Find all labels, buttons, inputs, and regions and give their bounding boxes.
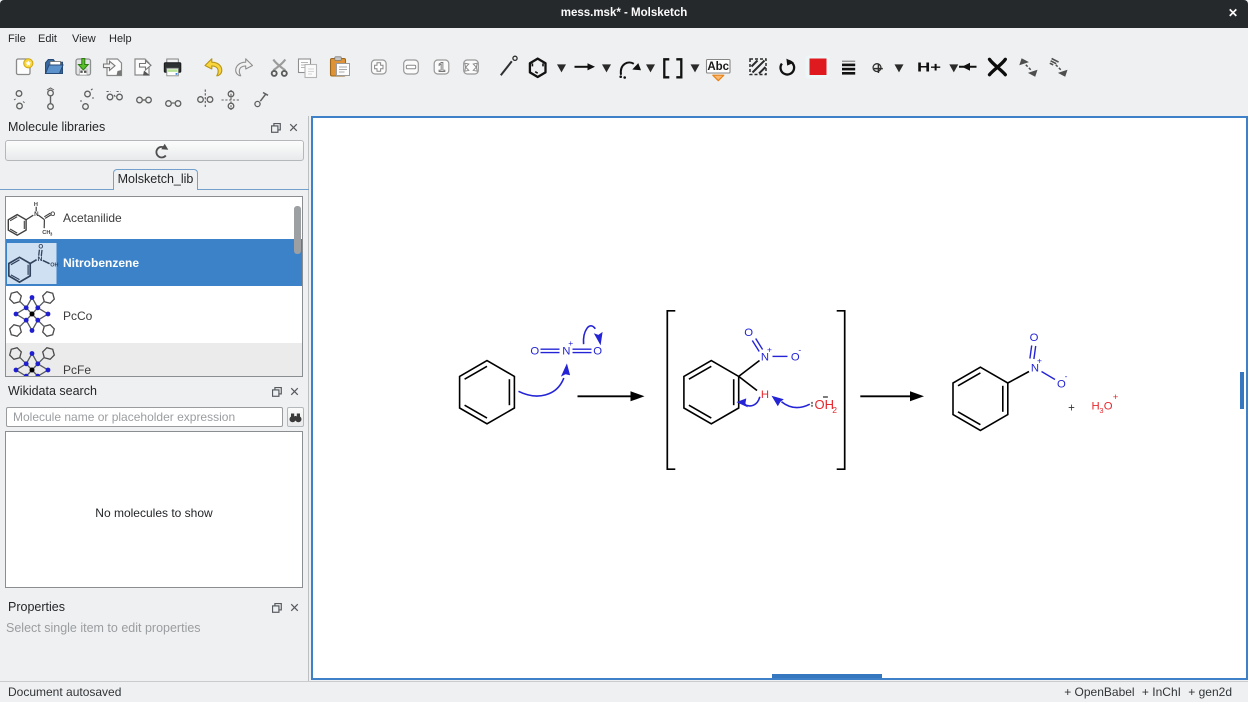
svg-text:+: + bbox=[767, 344, 772, 354]
svg-text:-: - bbox=[798, 344, 801, 354]
svg-text:2: 2 bbox=[832, 405, 837, 415]
svg-text:OH: OH bbox=[50, 262, 58, 268]
svg-text:OH: OH bbox=[815, 397, 835, 412]
svg-text:O: O bbox=[1030, 332, 1039, 344]
svg-text:O: O bbox=[530, 346, 539, 358]
svg-text:O: O bbox=[1104, 400, 1113, 412]
svg-text:-: - bbox=[1065, 371, 1068, 381]
svg-text:N: N bbox=[37, 256, 42, 263]
svg-text:O: O bbox=[744, 327, 753, 339]
svg-text:O: O bbox=[50, 211, 55, 218]
svg-text:H+: H+ bbox=[917, 60, 941, 74]
svg-text:Abc: Abc bbox=[707, 61, 729, 73]
svg-text:+: + bbox=[568, 338, 573, 348]
svg-text:+: + bbox=[1068, 403, 1075, 415]
svg-text:+: + bbox=[1113, 392, 1119, 403]
svg-text:+: + bbox=[1037, 355, 1042, 365]
svg-text:3: 3 bbox=[50, 231, 53, 236]
svg-text:H: H bbox=[761, 389, 769, 401]
svg-text:N: N bbox=[34, 211, 39, 218]
svg-text:O: O bbox=[593, 346, 602, 358]
svg-text:1: 1 bbox=[438, 61, 445, 75]
svg-text:O: O bbox=[38, 243, 43, 250]
